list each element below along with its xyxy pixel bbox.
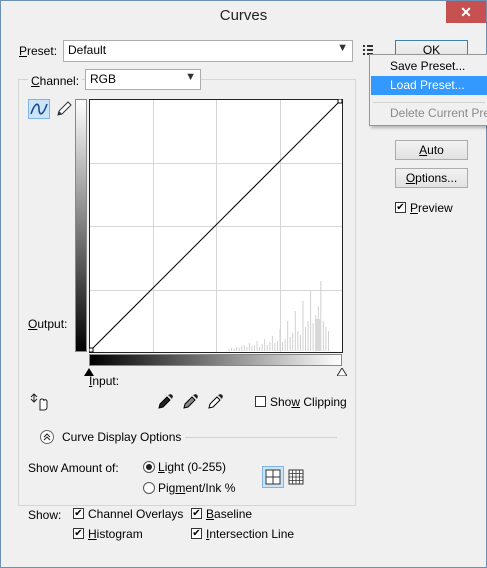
intersection-line-label: Intersection Line (206, 527, 295, 541)
close-button[interactable]: ✕ (446, 1, 486, 23)
preset-menu: Save Preset... Load Preset... Delete Cur… (369, 54, 487, 126)
light-label: Light (0-255) (158, 460, 227, 474)
chevron-down-icon: ▼ (185, 71, 196, 83)
chevron-down-icon: ▼ (337, 42, 348, 54)
channel-select[interactable]: RGB ▼ (85, 69, 201, 90)
window-title: Curves (219, 7, 268, 24)
baseline-checkbox[interactable]: ✔ (191, 508, 202, 519)
target-adjust-icon[interactable] (30, 392, 50, 412)
pigment-label: Pigment/Ink % (158, 481, 236, 495)
preset-select[interactable]: Default ▼ (63, 40, 353, 62)
curve-point (337, 98, 343, 104)
preview-checkbox[interactable]: ✔ (395, 202, 406, 213)
baseline-label: Baseline (206, 507, 253, 521)
histogram-checkbox[interactable]: ✔ (73, 528, 84, 539)
menu-item-save-preset[interactable]: Save Preset... (371, 57, 487, 76)
gray-eyedropper-icon[interactable] (182, 392, 200, 410)
output-gradient-bar (75, 99, 87, 352)
show-amount-label: Show Amount of: (28, 461, 119, 475)
output-label: Output: (28, 317, 68, 331)
section-divider (185, 437, 337, 438)
show-clipping-checkbox[interactable] (255, 396, 266, 407)
curve-point (88, 347, 94, 353)
menu-item-delete-preset[interactable]: Delete Current Preset (371, 104, 487, 123)
intersection-line-checkbox[interactable]: ✔ (191, 528, 202, 539)
channel-value: RGB (90, 72, 117, 86)
curve-display-title: Curve Display Options (62, 430, 182, 444)
pigment-radio[interactable] (143, 482, 155, 494)
options-button[interactable]: Options... (395, 168, 468, 188)
black-eyedropper-icon[interactable] (157, 392, 175, 410)
light-radio[interactable] (143, 461, 155, 473)
menu-separator (373, 102, 485, 103)
curve-tool-icon[interactable] (28, 99, 50, 119)
white-eyedropper-icon[interactable] (207, 392, 225, 410)
show-clipping-label: Show Clipping (270, 395, 347, 409)
menu-item-load-preset[interactable]: Load Preset... (371, 76, 487, 95)
histogram-label: Histogram (88, 527, 143, 541)
input-label: Input: (89, 374, 120, 388)
histogram-bar (315, 319, 321, 351)
input-gradient-bar (89, 354, 342, 366)
auto-button[interactable]: Auto (395, 140, 468, 160)
channel-label: Channel: (28, 74, 83, 88)
pencil-icon[interactable] (54, 99, 74, 119)
curve-graph[interactable] (88, 98, 343, 353)
channel-overlays-label: Channel Overlays (88, 507, 184, 521)
show-label: Show: (28, 508, 62, 522)
channel-overlays-checkbox[interactable]: ✔ (73, 508, 84, 519)
black-point-slider[interactable] (84, 365, 94, 376)
preset-value: Default (68, 43, 107, 57)
preview-label: Preview (410, 201, 453, 215)
grid-simple-icon[interactable] (262, 466, 284, 488)
collapse-icon[interactable] (40, 430, 54, 444)
grid-detailed-icon[interactable] (286, 467, 306, 487)
preset-label: Preset: (19, 44, 58, 58)
white-point-slider[interactable] (336, 365, 348, 377)
